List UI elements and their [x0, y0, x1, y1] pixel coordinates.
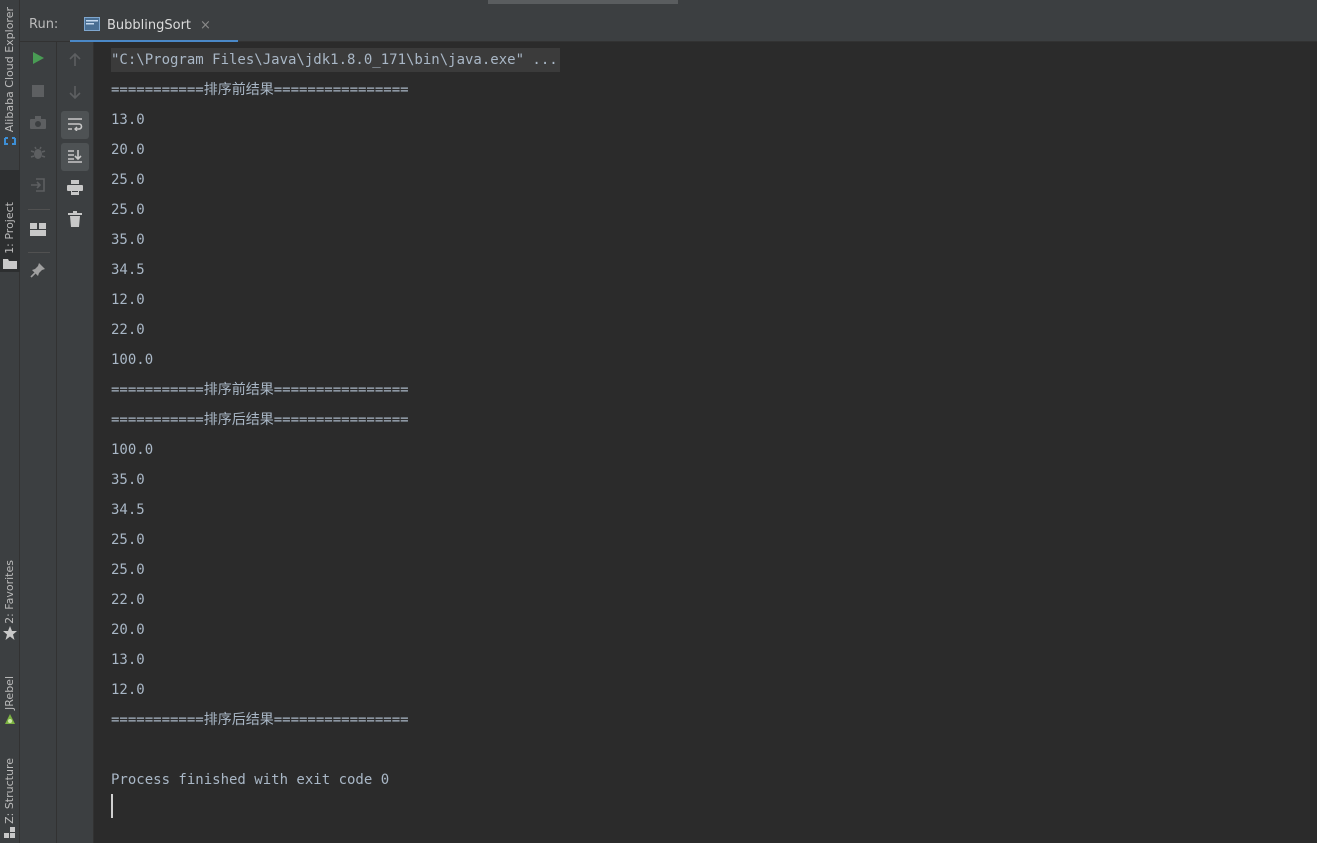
console-line: 12.0 [111, 682, 145, 698]
console-line: 100.0 [111, 352, 154, 368]
console-line: 25.0 [111, 202, 145, 218]
console-output[interactable]: "C:\Program Files\Java\jdk1.8.0_171\bin\… [94, 42, 1317, 843]
structure-tab[interactable]: Z: Structure [0, 742, 20, 842]
pin-icon [30, 262, 46, 282]
run-icon [31, 50, 45, 69]
stop-icon [32, 82, 44, 101]
debug-icon [30, 145, 46, 165]
run-toolbar-primary [20, 42, 57, 843]
previous-occurrence-button[interactable] [61, 47, 89, 75]
debug-button[interactable] [24, 141, 52, 169]
tab-label: BubblingSort [107, 17, 192, 33]
console-line: ===========排序前结果================ [111, 382, 409, 398]
project-tab[interactable]: 1: Project [0, 170, 20, 272]
toolbar-separator [28, 209, 50, 210]
trash-icon [68, 211, 82, 231]
jrebel-tab-label: JRebel [3, 676, 16, 710]
stop-button[interactable] [24, 77, 52, 105]
down-arrow-icon [69, 84, 81, 103]
console-line: Process finished with exit code 0 [111, 772, 390, 788]
scroll-to-end-icon [67, 148, 83, 167]
console-line: 22.0 [111, 322, 145, 338]
structure-tab-label: Z: Structure [3, 758, 16, 824]
console-line: 100.0 [111, 442, 154, 458]
console-line: 25.0 [111, 172, 145, 188]
alibaba-cloud-explorer-tab[interactable]: Alibaba Cloud Explorer [0, 0, 20, 150]
console-line: 35.0 [111, 232, 145, 248]
console-line: 25.0 [111, 562, 145, 578]
text-caret [111, 794, 113, 818]
run-toolbar-secondary [57, 42, 94, 843]
console-line: ===========排序后结果================ [111, 712, 409, 728]
console-line: 22.0 [111, 592, 145, 608]
soft-wrap-button[interactable] [61, 111, 89, 139]
console-lines: "C:\Program Files\Java\jdk1.8.0_171\bin\… [111, 45, 560, 795]
scroll-to-end-button[interactable] [61, 143, 89, 171]
layout-button[interactable] [24, 216, 52, 244]
console-icon [84, 16, 100, 35]
console-line: 13.0 [111, 652, 145, 668]
console-command-line: "C:\Program Files\Java\jdk1.8.0_171\bin\… [111, 45, 560, 75]
console-line: ===========排序后结果================ [111, 412, 409, 428]
layout-icon [30, 221, 46, 240]
console-line: 12.0 [111, 292, 145, 308]
close-icon[interactable]: × [200, 18, 211, 33]
alibaba-cloud-icon [0, 132, 20, 150]
structure-icon [0, 824, 20, 842]
console-line: 20.0 [111, 622, 145, 638]
command-text: "C:\Program Files\Java\jdk1.8.0_171\bin\… [111, 48, 560, 72]
horizontal-scrollbar-thumb[interactable] [488, 0, 678, 4]
rerun-button[interactable] [24, 45, 52, 73]
console-line: ===========排序前结果================ [111, 82, 409, 98]
jrebel-tab[interactable]: JRebel [0, 656, 20, 728]
star-icon [0, 624, 20, 642]
tab-bubblingsort[interactable]: BubblingSort × [70, 8, 238, 43]
favorites-tab-label: 2: Favorites [3, 560, 16, 624]
up-arrow-icon [69, 52, 81, 71]
folder-icon [0, 254, 20, 272]
console-line: 34.5 [111, 502, 145, 518]
run-tool-window-header: Run: BubblingSort × [20, 8, 1317, 43]
top-scroll-strip [20, 0, 1317, 8]
jrebel-icon [0, 710, 20, 728]
camera-icon [30, 114, 46, 133]
tool-window-strip: Alibaba Cloud Explorer 1: Project 2: Fav… [0, 0, 20, 843]
project-tab-label: 1: Project [3, 202, 16, 254]
console-line: 25.0 [111, 532, 145, 548]
login-icon [30, 177, 46, 197]
run-label: Run: [29, 17, 59, 32]
pin-tab-button[interactable] [24, 258, 52, 286]
console-line: 13.0 [111, 112, 145, 128]
console-line: 35.0 [111, 472, 145, 488]
dump-threads-button[interactable] [24, 109, 52, 137]
soft-wrap-icon [67, 116, 83, 135]
next-occurrence-button[interactable] [61, 79, 89, 107]
console-line: 20.0 [111, 142, 145, 158]
print-button[interactable] [61, 175, 89, 203]
clear-all-button[interactable] [61, 207, 89, 235]
restore-layout-button[interactable] [24, 173, 52, 201]
favorites-tab[interactable]: 2: Favorites [0, 540, 20, 642]
print-icon [67, 179, 83, 199]
alibaba-cloud-explorer-label: Alibaba Cloud Explorer [3, 6, 16, 132]
console-line: 34.5 [111, 262, 145, 278]
toolbar-separator [28, 252, 50, 253]
